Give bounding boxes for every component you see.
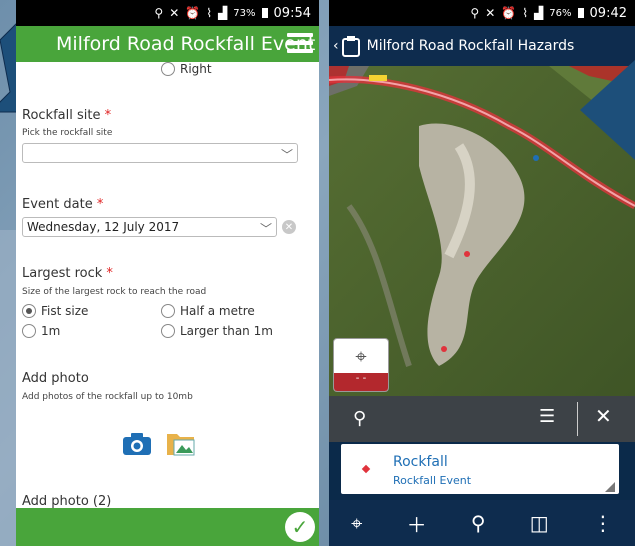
radio-circle[interactable] (22, 304, 36, 318)
clipboard-icon (341, 36, 360, 57)
page-title: Milford Road Rockfall Hazards (366, 38, 575, 54)
signal-icon: ▟ (218, 6, 228, 20)
back-chevron-icon[interactable]: ‹ (333, 38, 339, 54)
clear-icon[interactable]: ✕ (282, 220, 296, 234)
list-icon[interactable]: ☰ (539, 406, 555, 427)
radio-fist-size[interactable]: Fist size (22, 304, 88, 318)
radio-right[interactable]: Right (161, 62, 212, 76)
results-panel-bar: ⚲ ☰ ✕ (329, 396, 635, 442)
wifi-icon: ⌇ (206, 6, 213, 20)
add-photo-2-label: Add photo (2) (22, 494, 112, 509)
mute-icon: ✕ (485, 6, 496, 20)
location-icon: ⚲ (154, 6, 164, 20)
radio-circle[interactable] (161, 62, 175, 76)
alarm-icon: ⏰ (501, 6, 517, 20)
add-icon[interactable]: ＋ (407, 509, 427, 538)
status-bar: ⚲ ✕ ⏰ ⌇ ▟ 76% 09:42 (329, 0, 635, 26)
gallery-icon[interactable] (166, 430, 198, 458)
bookmarks-icon[interactable]: ◫ (530, 511, 549, 535)
radio-circle[interactable] (22, 324, 36, 338)
clock: 09:42 (589, 5, 627, 21)
divider (577, 402, 578, 436)
crosshair-icon[interactable]: ⌖ (334, 339, 388, 373)
search-icon[interactable]: ⚲ (471, 511, 486, 535)
locate-control[interactable]: ⌖ - - (333, 338, 389, 392)
corner-resize-icon (605, 482, 615, 492)
page-title: Milford Road Rockfall Event (56, 33, 316, 55)
largest-rock-label: Largest rock * (22, 266, 113, 281)
map-toolbar: ⌖ ＋ ⚲ ◫ ⋮ (329, 500, 635, 546)
mute-icon: ✕ (169, 6, 180, 20)
locate-icon[interactable]: ⌖ (351, 511, 362, 535)
submit-check-button[interactable]: ✓ (285, 512, 315, 542)
radio-circle[interactable] (161, 304, 175, 318)
rockfall-site-label: Rockfall site * (22, 108, 112, 123)
rockfall-point-icon (361, 464, 371, 474)
survey-form: Right Rockfall site * Pick the rockfall … (16, 62, 319, 509)
add-photo-label: Add photo (22, 371, 89, 386)
radio-circle[interactable] (161, 324, 175, 338)
radio-larger-1m[interactable]: Larger than 1m (161, 324, 273, 338)
background-shape (0, 230, 16, 546)
clock: 09:54 (273, 5, 311, 21)
battery-percent: 73% (233, 7, 256, 19)
rockfall-site-hint: Pick the rockfall site (22, 128, 113, 138)
app-header: Milford Road Rockfall Event (16, 26, 319, 62)
pin-icon[interactable]: ⚲ (353, 408, 366, 429)
radio-half-metre[interactable]: Half a metre (161, 304, 255, 318)
signal-icon: ▟ (534, 6, 544, 20)
largest-rock-hint: Size of the largest rock to reach the ro… (22, 287, 207, 297)
battery-percent: 76% (549, 7, 572, 19)
battery-icon (261, 8, 268, 18)
rockfall-site-select[interactable]: ﹀ (22, 143, 298, 163)
menu-icon[interactable] (287, 33, 313, 57)
feature-title: Rockfall (393, 454, 448, 470)
left-phone-screen: ⚲ ✕ ⏰ ⌇ ▟ 73% 09:54 Milford Road Rockfal… (16, 0, 319, 546)
locate-readout: - - (334, 373, 388, 391)
event-date-select[interactable]: Wednesday, 12 July 2017 ﹀ (22, 217, 277, 237)
status-bar: ⚲ ✕ ⏰ ⌇ ▟ 73% 09:54 (16, 0, 319, 26)
feature-card[interactable]: Rockfall Rockfall Event (341, 444, 619, 494)
form-footer: ✓ (16, 508, 319, 546)
close-icon[interactable]: ✕ (595, 404, 612, 428)
radio-label: Right (180, 62, 212, 76)
location-icon: ⚲ (470, 6, 480, 20)
battery-icon (577, 8, 584, 18)
event-date-label: Event date * (22, 197, 104, 212)
chevron-down-icon: ﹀ (280, 148, 293, 162)
chevron-down-icon: ﹀ (259, 222, 272, 236)
alarm-icon: ⏰ (185, 6, 201, 20)
feature-subtitle: Rockfall Event (393, 474, 472, 487)
wifi-icon: ⌇ (522, 6, 529, 20)
arrow-graphic-right (580, 60, 635, 160)
radio-1m[interactable]: 1m (22, 324, 60, 338)
camera-icon[interactable] (122, 432, 152, 456)
more-icon[interactable]: ⋮ (593, 511, 613, 535)
add-photo-hint: Add photos of the rockfall up to 10mb (22, 392, 193, 402)
